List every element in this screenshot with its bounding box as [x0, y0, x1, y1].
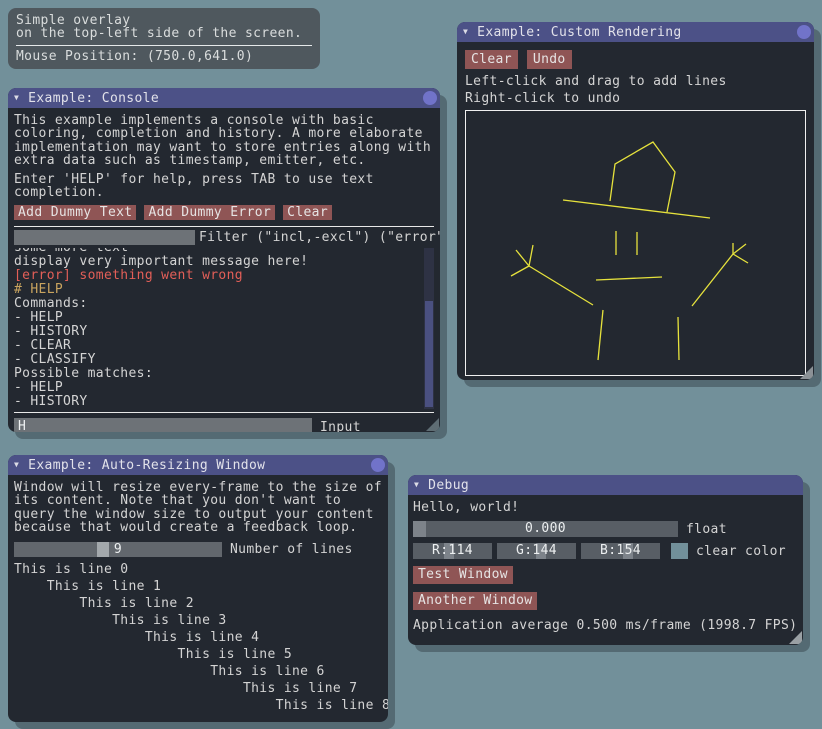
console-input-label: Input — [320, 420, 361, 432]
auto-resizing-title: Example: Auto-Resizing Window — [28, 458, 265, 473]
autoresize-line: This is line 5 — [14, 646, 382, 663]
autoresize-description: query the window size to output your con… — [14, 508, 382, 521]
add-dummy-text-button[interactable]: Add Dummy Text — [14, 205, 136, 220]
console-log-lines: some more textdisplay very important mes… — [14, 248, 434, 409]
collapse-arrow-icon[interactable]: ▼ — [414, 475, 419, 495]
screen: Simple overlay on the top-left side of t… — [0, 0, 822, 729]
custom-rendering-window: ▼ Example: Custom Rendering Clear Undo L… — [457, 22, 814, 380]
collapse-arrow-icon[interactable]: ▼ — [14, 455, 19, 475]
console-log-line: Commands: — [14, 297, 434, 311]
autoresize-lines: This is line 0 This is line 1 This is li… — [14, 561, 382, 714]
autoresize-description: its content. Note that you don't want to — [14, 494, 382, 507]
autoresize-description: because that would create a feedback loo… — [14, 521, 382, 534]
collapse-arrow-icon[interactable]: ▼ — [14, 88, 19, 108]
slider-value: 9 — [14, 542, 222, 557]
number-of-lines-slider[interactable]: 9 — [14, 542, 222, 557]
autoresize-description: Window will resize every-frame to the si… — [14, 481, 382, 494]
console-log-line: - HELP — [14, 311, 434, 325]
float-slider[interactable]: 0.000 — [413, 521, 678, 537]
rgb-drag-g[interactable]: G:144 — [497, 543, 576, 559]
overlay-line: Simple overlay — [16, 14, 312, 27]
simple-overlay: Simple overlay on the top-left side of t… — [8, 8, 320, 69]
hello-world-text: Hello, world! — [413, 501, 798, 514]
autoresize-line: This is line 8 — [14, 697, 382, 714]
test-window-button[interactable]: Test Window — [413, 566, 513, 584]
scrollbar-grab[interactable] — [425, 301, 433, 407]
autoresize-line: This is line 4 — [14, 629, 382, 646]
overlay-separator — [16, 45, 312, 46]
console-log-line: Possible matches: — [14, 367, 434, 381]
console-log-line: [error] something went wrong — [14, 269, 434, 283]
float-label: float — [686, 522, 727, 537]
fps-stats-text: Application average 0.500 ms/frame (1998… — [413, 619, 798, 632]
console-log-line: - HELP — [14, 381, 434, 395]
console-log-line: - HISTORY — [14, 325, 434, 339]
custom-rendering-title: Example: Custom Rendering — [477, 25, 681, 40]
autoresize-line: This is line 0 — [14, 561, 382, 578]
collapse-arrow-icon[interactable]: ▼ — [463, 22, 468, 42]
console-description: implementation may want to store entries… — [14, 141, 434, 154]
another-window-button[interactable]: Another Window — [413, 592, 537, 610]
close-button-icon[interactable] — [371, 458, 385, 472]
resize-grip-icon[interactable] — [789, 631, 802, 644]
autoresize-line: This is line 3 — [14, 612, 382, 629]
console-log-line: - CLEAR — [14, 339, 434, 353]
add-dummy-error-button[interactable]: Add Dummy Error — [144, 205, 275, 220]
stick-figure-drawing — [466, 111, 805, 375]
overlay-line: on the top-left side of the screen. — [16, 27, 312, 40]
auto-resizing-titlebar[interactable]: ▼ Example: Auto-Resizing Window — [8, 455, 388, 475]
separator — [14, 226, 434, 227]
console-help-text: Enter 'HELP' for help, press TAB to use … — [14, 173, 434, 186]
rgb-drag-b[interactable]: B:154 — [581, 543, 660, 559]
clear-color-swatch[interactable] — [671, 543, 688, 559]
console-log[interactable]: some more textdisplay very important mes… — [14, 248, 434, 409]
clear-color-label: clear color — [696, 544, 786, 559]
close-button-icon[interactable] — [797, 25, 811, 39]
rgb-row: R:114 G:144 B:154 clear color — [413, 543, 798, 559]
console-log-line: - HISTORY — [14, 395, 434, 409]
canvas-undo-button[interactable]: Undo — [527, 50, 572, 69]
autoresize-line: This is line 2 — [14, 595, 382, 612]
console-window: ▼ Example: Console This example implemen… — [8, 88, 440, 432]
clear-button[interactable]: Clear — [283, 205, 332, 220]
rgb-value: R:114 — [413, 543, 492, 559]
canvas-instruction: Right-click to undo — [465, 90, 806, 107]
autoresize-line: This is line 1 — [14, 578, 382, 595]
slider-value: 0.000 — [413, 521, 678, 537]
canvas-clear-button[interactable]: Clear — [465, 50, 518, 69]
debug-titlebar[interactable]: ▼ Debug — [408, 475, 803, 495]
separator — [14, 412, 434, 413]
custom-rendering-titlebar[interactable]: ▼ Example: Custom Rendering — [457, 22, 814, 42]
debug-window: ▼ Debug Hello, world! 0.000 float R:114 G… — [408, 475, 803, 645]
number-of-lines-label: Number of lines — [230, 542, 353, 557]
console-log-line: display very important message here! — [14, 255, 434, 269]
rgb-value: B:154 — [581, 543, 660, 559]
mouse-position-text: Mouse Position: (750.0,641.0) — [16, 50, 312, 63]
console-log-line: # HELP — [14, 283, 434, 297]
console-description: coloring, completion and history. A more… — [14, 127, 434, 140]
console-titlebar[interactable]: ▼ Example: Console — [8, 88, 440, 108]
rgb-value: G:144 — [497, 543, 576, 559]
autoresize-line: This is line 7 — [14, 680, 382, 697]
console-help-text: completion. — [14, 186, 434, 199]
auto-resizing-window: ▼ Example: Auto-Resizing Window Window w… — [8, 455, 388, 722]
debug-window-title: Debug — [428, 478, 469, 493]
console-input-field[interactable]: H — [14, 418, 312, 432]
autoresize-line: This is line 6 — [14, 663, 382, 680]
drawing-canvas[interactable] — [465, 110, 806, 376]
canvas-instruction: Left-click and drag to add lines — [465, 73, 806, 90]
console-description: extra data such as timestamp, emitter, e… — [14, 154, 434, 167]
scrollbar[interactable] — [424, 248, 434, 409]
console-description: This example implements a console with b… — [14, 114, 434, 127]
rgb-drag-r[interactable]: R:114 — [413, 543, 492, 559]
close-button-icon[interactable] — [423, 91, 437, 105]
filter-label: Filter ("incl,-excl") ("error" — [199, 230, 440, 245]
console-window-title: Example: Console — [28, 91, 159, 106]
resize-grip-icon[interactable] — [426, 418, 439, 431]
resize-grip-icon[interactable] — [800, 366, 813, 379]
console-log-line: - CLASSIFY — [14, 353, 434, 367]
filter-input[interactable] — [14, 230, 195, 245]
